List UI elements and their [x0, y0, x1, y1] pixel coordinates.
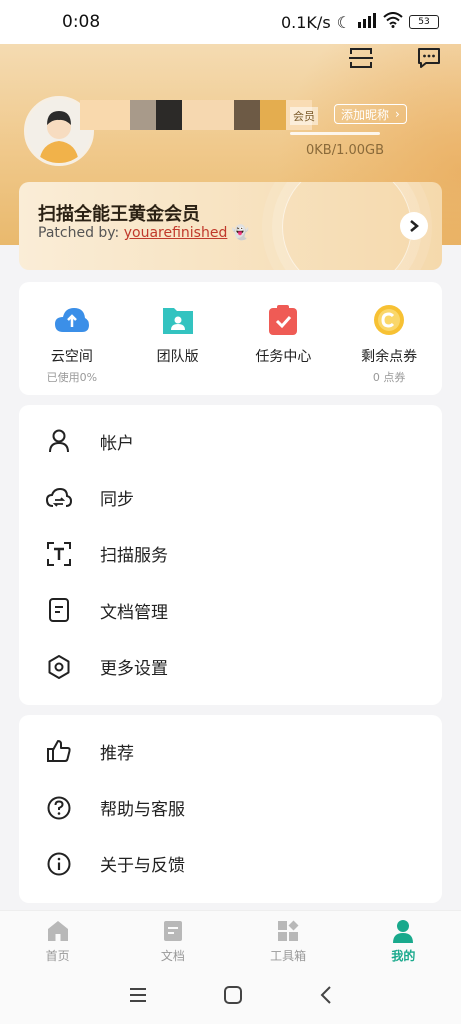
patched-by-link[interactable]: youarefinished — [124, 225, 228, 241]
document-icon — [46, 597, 72, 623]
profile-icon — [391, 919, 415, 943]
docs-icon — [161, 919, 185, 943]
grid-label: 任务中心 — [255, 349, 312, 365]
menu-item-sync[interactable]: 同步 — [19, 469, 442, 525]
grid-label: 团队版 — [156, 349, 199, 365]
member-tag: 会员 — [290, 107, 318, 125]
cloud-upload-icon — [54, 302, 90, 338]
grid-item-task-center[interactable]: 任务中心 — [233, 302, 333, 395]
status-icons: 0.1K/s ☾ 53 — [281, 12, 439, 32]
tab-label: 首页 — [45, 949, 70, 963]
storage-bar — [290, 132, 380, 135]
menu-label: 扫描服务 — [100, 546, 168, 567]
grid-item-team[interactable]: 团队版 — [128, 302, 228, 395]
toolbox-icon — [276, 919, 300, 943]
grid-label: 云空间 — [50, 349, 93, 365]
wifi-icon — [383, 12, 403, 32]
grid-label: 剩余点券 — [361, 349, 418, 365]
bottom-tab-bar: 首页 文档 工具箱 我的 — [0, 910, 461, 970]
menu-label: 推荐 — [100, 743, 134, 764]
menu-item-recommend[interactable]: 推荐 — [19, 723, 442, 779]
task-clipboard-icon — [265, 302, 301, 338]
tab-label: 工具箱 — [270, 949, 307, 963]
menu-item-more-settings[interactable]: 更多设置 — [19, 639, 442, 695]
menu-card-primary: 帐户 同步 扫描服务 文档管理 更多设置 — [19, 405, 442, 705]
tab-label: 文档 — [160, 949, 185, 963]
gold-member-title: 扫描全能王黄金会员 — [38, 204, 200, 225]
message-icon[interactable] — [415, 44, 443, 72]
coin-icon — [371, 302, 407, 338]
network-speed: 0.1K/s — [280, 12, 331, 32]
add-nickname-button[interactable]: 添加昵称 › — [334, 104, 407, 124]
menu-item-help[interactable]: 帮助与客服 — [19, 779, 442, 835]
menu-label: 帮助与客服 — [100, 800, 185, 821]
thumbs-up-icon — [46, 738, 72, 764]
info-icon — [46, 851, 72, 877]
signal-icon — [357, 12, 377, 32]
decorative-rings — [282, 182, 412, 270]
menu-label: 更多设置 — [100, 659, 168, 680]
menu-label: 文档管理 — [100, 602, 168, 623]
menu-item-scan-service[interactable]: 扫描服务 — [19, 526, 442, 582]
menu-icon[interactable] — [128, 987, 148, 1007]
gold-card-arrow-button[interactable] — [400, 212, 428, 240]
cloud-sync-icon — [46, 485, 72, 511]
help-icon — [46, 795, 72, 821]
grid-sub: 已使用0% — [46, 371, 98, 384]
storage-text: 0KB/1.00GB — [306, 143, 385, 158]
blurred-username — [80, 100, 312, 130]
battery-icon: 53 — [409, 15, 439, 29]
system-nav-bar — [0, 970, 461, 1024]
add-nickname-label: 添加昵称 — [341, 107, 390, 122]
moon-icon: ☾ — [336, 12, 351, 32]
tab-home[interactable]: 首页 — [18, 911, 98, 970]
team-folder-icon — [160, 302, 196, 338]
tab-label: 我的 — [391, 949, 416, 963]
tab-mine[interactable]: 我的 — [363, 911, 443, 970]
feature-grid: 云空间 已使用0% 团队版 任务中心 剩余点券 0 点券 — [19, 282, 442, 395]
patched-by-prefix: Patched by: — [38, 225, 124, 241]
scan-text-icon — [46, 541, 72, 567]
chevron-right-icon: › — [395, 107, 400, 121]
patched-by-text: Patched by: youarefinished 👻 — [38, 225, 249, 241]
gold-member-card[interactable]: 扫描全能王黄金会员 Patched by: youarefinished 👻 — [19, 182, 442, 270]
home-button-icon[interactable] — [223, 985, 243, 1009]
menu-label: 同步 — [100, 490, 134, 511]
gear-icon — [46, 654, 72, 680]
ghost-icon: 👻 — [231, 225, 250, 241]
grid-sub: 0 点券 — [372, 371, 406, 384]
header-actions — [347, 44, 443, 72]
status-time: 0:08 — [62, 12, 101, 32]
menu-label: 关于与反馈 — [100, 856, 185, 877]
user-icon — [46, 428, 72, 454]
menu-item-about-feedback[interactable]: 关于与反馈 — [19, 836, 442, 892]
tab-toolbox[interactable]: 工具箱 — [248, 911, 328, 970]
chevron-right-icon — [410, 220, 419, 232]
menu-label: 帐户 — [100, 433, 134, 454]
status-bar: 0:08 0.1K/s ☾ 53 — [0, 0, 461, 44]
grid-item-coupons[interactable]: 剩余点券 0 点券 — [339, 302, 439, 395]
tab-documents[interactable]: 文档 — [133, 911, 213, 970]
home-icon — [46, 919, 70, 943]
menu-item-document-management[interactable]: 文档管理 — [19, 582, 442, 638]
back-icon[interactable] — [319, 985, 333, 1009]
scan-icon[interactable] — [347, 44, 375, 72]
menu-item-account[interactable]: 帐户 — [19, 413, 442, 469]
grid-item-cloud-space[interactable]: 云空间 已使用0% — [22, 302, 122, 395]
menu-card-secondary: 推荐 帮助与客服 关于与反馈 — [19, 715, 442, 903]
